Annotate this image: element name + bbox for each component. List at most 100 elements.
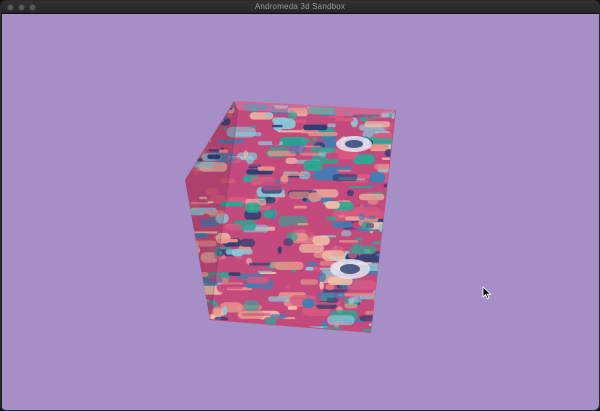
texture-patch	[274, 261, 304, 270]
texture-patch	[249, 262, 273, 266]
texture-patch	[297, 223, 309, 226]
texture-patch	[299, 243, 325, 253]
texture-patch	[185, 109, 206, 120]
texture-patch	[271, 124, 283, 128]
texture-patch	[390, 302, 395, 313]
texture-patch	[351, 207, 380, 217]
texture-patch	[229, 186, 257, 195]
texture-patch	[241, 326, 271, 332]
texture-patch	[302, 298, 315, 308]
texture-patch	[222, 305, 228, 316]
texture-patch	[334, 118, 354, 122]
texture-patch	[225, 249, 253, 255]
texture-patch	[382, 304, 395, 310]
texture-patch	[318, 103, 348, 107]
texture-patch	[195, 121, 208, 130]
texture-patch	[323, 166, 352, 170]
texture-patch	[376, 312, 395, 323]
texture-patch	[247, 338, 257, 345]
texture-patch	[303, 124, 328, 131]
texture-patch	[221, 254, 226, 260]
texture-patch	[293, 205, 307, 209]
texture-patch	[243, 232, 267, 239]
texture-patch	[377, 169, 395, 172]
texture-patch	[200, 122, 205, 131]
texture-patch	[285, 157, 298, 164]
texture-patch	[398, 270, 408, 281]
texture-patch	[352, 295, 363, 303]
texture-patch	[244, 202, 261, 213]
app-window: Andromeda 3d Sandbox	[0, 0, 600, 411]
texture-patch	[261, 181, 291, 191]
texture-patch	[382, 232, 395, 236]
texture-patch	[245, 154, 255, 165]
texture-patch	[297, 269, 304, 280]
texture-patch	[196, 105, 212, 110]
texture-patch	[349, 245, 377, 255]
texture-patch	[394, 204, 395, 213]
texture-patch	[243, 300, 260, 311]
texture-patch	[281, 337, 303, 342]
texture-patch	[285, 285, 290, 289]
texture-patch	[359, 117, 370, 122]
texture-patch	[371, 318, 391, 329]
texture-patch	[209, 106, 224, 117]
texture-patch	[200, 321, 225, 326]
texture-patch	[327, 315, 355, 326]
texture-patch	[385, 264, 395, 272]
texture-patch	[271, 140, 280, 145]
texture-patch	[333, 103, 359, 107]
textured-cube[interactable]	[182, 99, 421, 345]
texture-patch	[401, 229, 408, 235]
texture-patch	[392, 157, 395, 161]
texture-patch	[288, 191, 311, 199]
texture-patch	[326, 216, 337, 221]
texture-patch	[325, 152, 339, 159]
texture-patch	[185, 299, 209, 303]
texture-patch	[376, 305, 395, 317]
texture-patch	[386, 103, 392, 108]
texture-patch	[228, 272, 241, 276]
texture-patch	[240, 238, 256, 247]
texture-patch	[378, 319, 383, 330]
texture-patch	[368, 323, 384, 327]
3d-viewport[interactable]	[2, 14, 599, 410]
title-bar[interactable]: Andromeda 3d Sandbox	[1, 1, 599, 14]
texture-patch	[369, 172, 386, 183]
texture-patch	[401, 108, 408, 113]
texture-patch	[366, 183, 374, 188]
texture-patch	[338, 240, 358, 243]
texture-patch	[344, 303, 358, 309]
texture-patch	[396, 210, 407, 220]
texture-patch	[277, 246, 282, 254]
texture-patch	[401, 125, 409, 133]
arrow-cursor-icon	[482, 286, 492, 300]
texture-patch	[263, 209, 274, 219]
texture-patch	[325, 284, 335, 291]
texture-patch	[401, 117, 416, 122]
texture-patch	[310, 147, 336, 153]
texture-patch	[372, 294, 382, 302]
texture-patch	[270, 314, 287, 319]
texture-patch	[401, 147, 408, 154]
texture-patch	[358, 213, 365, 221]
texture-patch	[382, 157, 395, 160]
texture-patch	[387, 327, 395, 330]
texture-patch	[236, 256, 243, 260]
texture-patch	[222, 331, 250, 332]
texture-patch	[383, 274, 395, 285]
texture-patch	[288, 144, 306, 154]
texture-patch	[212, 306, 222, 316]
texture-patch	[219, 283, 243, 290]
texture-patch	[303, 160, 323, 171]
texture-patch	[321, 250, 346, 261]
texture-patch	[200, 122, 216, 133]
texture-patch	[265, 112, 272, 118]
texture-patch	[377, 274, 382, 281]
texture-patch	[387, 210, 395, 217]
texture-patch	[190, 131, 197, 135]
texture-patch	[362, 328, 390, 332]
texture-patch	[326, 139, 337, 148]
texture-patch	[196, 114, 225, 124]
texture-patch	[389, 275, 395, 284]
